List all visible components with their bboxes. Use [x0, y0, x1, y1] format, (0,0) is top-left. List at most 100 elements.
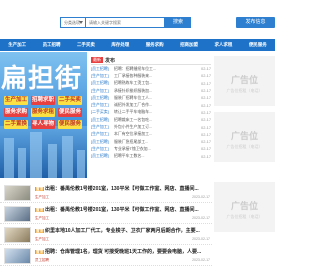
news-category[interactable]: [员工招聘]: [91, 117, 114, 123]
news-category[interactable]: [员工招聘]: [91, 80, 114, 86]
item-category[interactable]: 员工招聘: [35, 258, 49, 263]
item-category[interactable]: 生产加工: [35, 216, 49, 221]
news-text[interactable]: 承接针织梭织服装加...: [114, 88, 192, 94]
news-text[interactable]: 诚招外发加工厂合作...: [114, 102, 192, 108]
list-item[interactable]: 置顶 织里本地10人加工厂代工，专业梭子、卫衣厂家两月后期合作，主要... 生产加…: [0, 224, 212, 245]
news-category[interactable]: [员工招聘]: [91, 66, 114, 72]
news-row[interactable]: [生产加工] 本厂有空位承接加工... 02-17: [91, 131, 211, 138]
ad-slot[interactable]: 广告位 广告位招租（电话）: [214, 56, 275, 106]
news-text[interactable]: 服装厂急招尾部工...: [114, 139, 192, 145]
ad-text: 广告位: [230, 201, 258, 211]
news-row[interactable]: [生产加工] 外包小件生产加工订... 02-17: [91, 123, 211, 130]
news-row[interactable]: [生产加工] 工厂承接各种服装来... 02-17: [91, 72, 211, 79]
item-thumbnail[interactable]: [4, 227, 31, 243]
news-category[interactable]: [生产加工]: [91, 131, 114, 137]
list-item[interactable]: 置顶 出租：番禺伦教1号楼201室，130平米【可做工作室、网店、直播间... 生…: [0, 182, 212, 203]
item-title-text[interactable]: 招聘：仓库管理1名，理货 可接受晚班1天工作的，要要会电脑，人要...: [45, 249, 201, 255]
publish-button[interactable]: 发布信息: [236, 17, 275, 28]
news-row[interactable]: [员工招聘] 服装厂招聘车位工人... 02-17: [91, 94, 211, 101]
news-category[interactable]: [员工招聘]: [91, 139, 114, 145]
banner-tile[interactable]: 二手置换: [4, 120, 28, 129]
banner-tile[interactable]: 便民服务: [58, 120, 82, 129]
banner-tile[interactable]: 便民服务: [58, 108, 82, 117]
nav-item[interactable]: 便民服务: [241, 39, 275, 51]
news-row[interactable]: [员工招聘] 招聘熟练车工烫工包... 02-17: [91, 80, 211, 87]
ad-text: 广告位: [230, 131, 258, 141]
news-category[interactable]: [生产加工]: [91, 146, 114, 152]
news-category[interactable]: [员工招聘]: [91, 153, 114, 159]
item-category[interactable]: 生产加工: [35, 237, 49, 242]
item-title-text[interactable]: 织里本地10人加工厂代工，专业梭子、卫衣厂家两月后期合作，主要...: [45, 228, 200, 234]
search-input[interactable]: [85, 17, 165, 28]
banner-tile[interactable]: 服务求租: [31, 108, 55, 117]
pinned-badge: 置顶: [35, 187, 44, 191]
news-row[interactable]: [生产加工] 承接针织梭织服装加... 02-17: [91, 87, 211, 94]
item-title[interactable]: 置顶 织里本地10人加工厂代工，专业梭子、卫衣厂家两月后期合作，主要...: [35, 227, 210, 234]
promo-banner[interactable]: 扁担街 生产加工 招聘求职 二手买卖 服务求购 服务求租 便民服务 二手置换 寻…: [0, 52, 87, 178]
ad-text: 广告位: [230, 75, 258, 85]
item-title-text[interactable]: 出租：番禺伦教1号楼201室，130平米【可做工作室、网店、直播间...: [45, 186, 199, 192]
item-date: 2023-02-17: [192, 195, 210, 199]
search-button[interactable]: 搜索: [165, 17, 191, 28]
nav-item[interactable]: 生产加工: [0, 39, 34, 51]
news-category[interactable]: [生产加工]: [91, 88, 114, 94]
nav-item[interactable]: 招商加盟: [172, 39, 206, 51]
category-select[interactable]: 分类选项: [60, 17, 85, 28]
banner-tile[interactable]: 二手买卖: [58, 96, 82, 105]
list-item[interactable]: 置顶 招聘：仓库管理1名，理货 可接受晚班1天工作的，要要会电脑，人要... 员工…: [0, 245, 212, 266]
item-title[interactable]: 置顶 出租：番禺伦教1号楼201室，130平米【可做工作室、网店、直播间...: [35, 206, 210, 213]
news-text[interactable]: 招聘平车工数名...: [114, 153, 192, 159]
ad-slot[interactable]: 广告位 广告位招租（电话）: [214, 112, 275, 162]
news-category[interactable]: [生产加工]: [91, 124, 114, 130]
banner-tile[interactable]: 生产加工: [4, 96, 28, 105]
news-row[interactable]: [员工招聘] 招聘平车工数名... 02-17: [91, 153, 211, 160]
news-date: 02-17: [201, 117, 211, 123]
ad-subtext: 广告位招租（电话）: [226, 214, 263, 219]
news-text[interactable]: 专业承接T恤卫衣加...: [114, 146, 192, 152]
banner-tiles: 生产加工 招聘求职 二手买卖 服务求购 服务求租 便民服务 二手置换 寻人寻物 …: [4, 96, 82, 129]
nav-item[interactable]: 服务求购: [138, 39, 172, 51]
nav-item[interactable]: 库存处理: [103, 39, 137, 51]
news-category[interactable]: [生产加工]: [91, 73, 114, 79]
news-row[interactable]: [生产加工] 专业承接T恤卫衣加... 02-17: [91, 145, 211, 152]
news-text[interactable]: 外包小件生产加工订...: [114, 124, 192, 130]
list-item[interactable]: 置顶 出租：番禺伦教1号楼201室，130平米【可做工作室、网店、直播间... 生…: [0, 203, 212, 224]
ad-slot[interactable]: 广告位 广告位招租（电话）: [214, 182, 275, 232]
news-row[interactable]: [员工招聘] 服装厂急招尾部工... 02-17: [91, 138, 211, 145]
news-category[interactable]: [二手买卖]: [91, 109, 114, 115]
news-text[interactable]: 招聘熟练车工烫工包...: [114, 80, 192, 86]
news-date: 02-17: [201, 146, 211, 152]
banner-tile[interactable]: 服务求购: [4, 108, 28, 117]
banner-tile[interactable]: 寻人寻物: [31, 120, 55, 129]
item-title-text[interactable]: 出租：番禺伦教1号楼201室，130平米【可做工作室、网店、直播间...: [45, 207, 199, 213]
item-thumbnail[interactable]: [4, 206, 31, 222]
news-row[interactable]: [生产加工] 诚招外发加工厂合作... 02-17: [91, 101, 211, 108]
news-text[interactable]: 服装厂招聘车位工人...: [114, 95, 192, 101]
item-thumbnail[interactable]: [4, 248, 31, 264]
nav-item[interactable]: 二手买卖: [69, 39, 103, 51]
news-text[interactable]: 本厂有空位承接加工...: [114, 131, 192, 137]
news-category[interactable]: [生产加工]: [91, 102, 114, 108]
item-meta: 生产加工 2023-02-17: [35, 195, 210, 200]
nav-item[interactable]: 员工招聘: [34, 39, 68, 51]
news-text[interactable]: 工厂承接各种服装来...: [114, 73, 192, 79]
news-date: 02-17: [201, 131, 211, 137]
nav-item[interactable]: 求人求租: [206, 39, 240, 51]
item-category[interactable]: 生产加工: [35, 195, 49, 200]
news-text[interactable]: 转让二手平车电脑车...: [114, 109, 192, 115]
pinned-badge: 置顶: [35, 229, 44, 233]
item-date: 2023-02-17: [192, 216, 210, 220]
news-row[interactable]: [二手买卖] 转让二手平车电脑车... 02-17: [91, 109, 211, 116]
news-text[interactable]: 招聘：招聘缝纫车位工...: [114, 66, 192, 72]
item-thumbnail[interactable]: [4, 185, 31, 201]
item-date: 2023-02-17: [192, 258, 210, 262]
news-text[interactable]: 招聘裁床工一名包吃...: [114, 117, 192, 123]
news-row[interactable]: [员工招聘] 招聘裁床工一名包吃... 02-17: [91, 116, 211, 123]
news-category[interactable]: [员工招聘]: [91, 95, 114, 101]
item-title[interactable]: 置顶 出租：番禺伦教1号楼201室，130平米【可做工作室、网店、直播间...: [35, 185, 210, 192]
item-title[interactable]: 置顶 招聘：仓库管理1名，理货 可接受晚班1天工作的，要要会电脑，人要...: [35, 248, 210, 255]
news-row[interactable]: [员工招聘] 招聘：招聘缝纫车位工... 02-17: [91, 65, 211, 72]
main-nav: 生产加工 员工招聘 二手买卖 库存处理 服务求购 招商加盟 求人求租 便民服务: [0, 39, 275, 51]
news-date: 02-17: [201, 153, 211, 159]
banner-tile[interactable]: 招聘求职: [31, 96, 55, 105]
